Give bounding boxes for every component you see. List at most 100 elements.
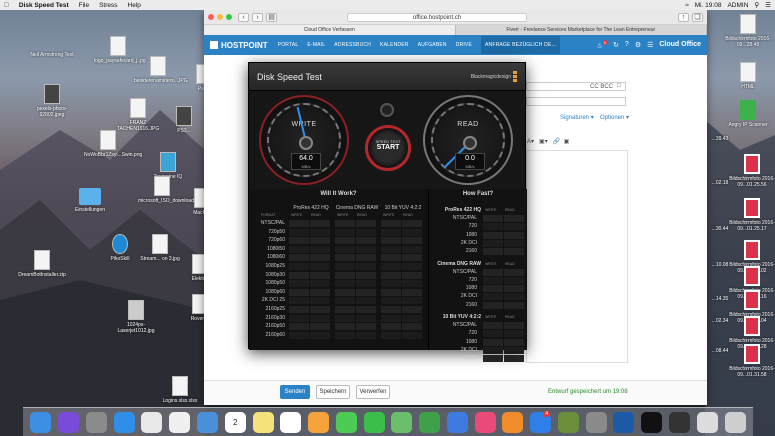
desktop-icon-app[interactable]: Angry IP Scanner xyxy=(724,100,772,128)
tab-bar: Cloud Office Verfassen Fiverr - Freelanc… xyxy=(204,25,707,35)
font-color-icon[interactable]: A▾ xyxy=(527,139,534,145)
menu-stress[interactable]: Stress xyxy=(99,2,117,9)
downloads-icon[interactable] xyxy=(696,411,718,433)
trash-icon[interactable] xyxy=(724,411,746,433)
search-icon[interactable]: ⚲ xyxy=(754,1,759,9)
minimize-icon[interactable] xyxy=(217,14,223,20)
background-color-icon[interactable]: ▣▾ xyxy=(539,139,548,145)
help-icon[interactable]: ? xyxy=(625,41,629,48)
nav-adressbuch[interactable]: ADRESSBUCH xyxy=(334,42,371,48)
keynote-icon[interactable] xyxy=(446,411,468,433)
discard-button[interactable]: Verwerfen xyxy=(356,385,390,399)
image-insert-icon[interactable]: ▣ xyxy=(564,139,570,145)
refresh-icon[interactable]: ↻ xyxy=(613,41,619,49)
link-icon[interactable]: 🔗 xyxy=(553,139,560,145)
zoom-icon[interactable] xyxy=(226,14,232,20)
result-cell xyxy=(289,323,309,331)
tab-fiverr[interactable]: Fiverr - Freelance Services Marketplace … xyxy=(456,25,707,35)
nav-kalender[interactable]: KALENDER xyxy=(380,42,409,48)
settings-gear-icon[interactable] xyxy=(380,103,394,117)
virtualbox-icon[interactable] xyxy=(613,411,635,433)
result-cell xyxy=(335,331,355,339)
desktop-icon-file[interactable]: Bildschirmfoto 2016-09...28.48 xyxy=(724,14,772,48)
messages-icon[interactable] xyxy=(335,411,357,433)
finder-icon[interactable] xyxy=(30,411,52,433)
desktop-icon-file[interactable]: Logins.xlsx.xlsx xyxy=(156,376,204,404)
sidebar-icon[interactable]: ▤ xyxy=(266,12,277,22)
close-icon[interactable] xyxy=(208,14,214,20)
address-bar[interactable]: office.hostpoint.ch xyxy=(347,12,527,22)
bell-icon[interactable]: ♨5 xyxy=(597,40,608,50)
numbers-icon[interactable] xyxy=(419,411,441,433)
result-cell xyxy=(483,223,503,231)
wifi-icon[interactable]: ≈ xyxy=(685,2,689,9)
desktop-icon-file[interactable]: Neil Armstrong Text xyxy=(28,30,76,58)
menu-icon[interactable]: ☰ xyxy=(765,1,771,9)
ibooks-icon[interactable] xyxy=(502,411,524,433)
terminal-icon[interactable] xyxy=(641,411,663,433)
user-name[interactable]: ADMIN xyxy=(727,2,748,9)
nav-aufgaben[interactable]: AUFGABEN xyxy=(418,42,447,48)
photo-icon[interactable] xyxy=(308,411,330,433)
calendar-icon[interactable]: 2 xyxy=(224,411,246,433)
nav-portal[interactable]: PORTAL xyxy=(278,42,299,48)
apple-icon[interactable]:  xyxy=(4,2,9,9)
addressbook-icon[interactable]: □ xyxy=(617,83,621,89)
siri-icon[interactable] xyxy=(58,411,80,433)
desktop-icon-file[interactable]: besiderenamiders...JPG xyxy=(134,56,188,84)
signatures-dropdown[interactable]: Signaturen ▾ xyxy=(560,114,594,121)
result-cell xyxy=(381,237,401,245)
desktop-icon-file[interactable]: pexels-photo-92802.jpeg xyxy=(28,84,76,118)
result-cell xyxy=(483,239,503,247)
itunes-icon[interactable] xyxy=(474,411,496,433)
desktop-icon-file[interactable]: FRANZ TACHEN1916.JPG xyxy=(114,98,162,132)
system-preferences-icon[interactable] xyxy=(585,411,607,433)
start-button[interactable]: SPEED TEST START xyxy=(365,125,411,171)
nav-email[interactable]: E-MAIL xyxy=(307,42,325,48)
options-dropdown[interactable]: Optionen ▾ xyxy=(600,114,629,121)
send-button[interactable]: Senden xyxy=(280,385,310,399)
nav-compose-tab[interactable]: ANFRAGE BEZÜGLICH DE... xyxy=(480,36,561,54)
hamburger-icon[interactable]: ☰ xyxy=(647,41,653,49)
menu-file[interactable]: File xyxy=(79,2,89,9)
result-cell xyxy=(402,254,422,262)
launchpad-icon[interactable] xyxy=(85,411,107,433)
minecraft-icon[interactable] xyxy=(557,411,579,433)
photos-icon[interactable] xyxy=(169,411,191,433)
desktop-icon-file[interactable]: NoWoBbr1Zsyi...Swin.png xyxy=(84,130,142,158)
menu-app-name[interactable]: Disk Speed Test xyxy=(19,2,69,9)
desktop-icon-folder[interactable]: Einstellungen xyxy=(66,188,114,213)
desktop-icon-file[interactable]: Bildschirmfoto 2016-09...01.31.58 xyxy=(728,344,775,378)
subject-field[interactable] xyxy=(526,97,626,106)
app-navbar: HOSTPOINT PORTAL E-MAIL ADRESSBUCH KALEN… xyxy=(204,35,707,55)
reminders-icon[interactable] xyxy=(280,411,302,433)
appstore-icon[interactable]: 4 xyxy=(530,411,552,433)
format-label: 1080p60 xyxy=(265,288,285,295)
save-button[interactable]: Speichern xyxy=(316,385,350,399)
notes-icon[interactable] xyxy=(252,411,274,433)
message-body-editor[interactable] xyxy=(526,150,628,363)
share-icon[interactable]: ↑ xyxy=(678,12,689,22)
desktop-icon-file[interactable]: HTML xyxy=(724,62,772,90)
maps-icon[interactable] xyxy=(391,411,413,433)
clock[interactable]: Mi. 19:08 xyxy=(695,2,722,9)
disk-speed-icon[interactable] xyxy=(668,411,690,433)
chrome-icon[interactable] xyxy=(141,411,163,433)
mail-icon[interactable] xyxy=(196,411,218,433)
hostpoint-logo[interactable]: HOSTPOINT xyxy=(210,41,268,50)
safari-icon[interactable] xyxy=(113,411,135,433)
tabs-icon[interactable]: ❏ xyxy=(692,12,703,22)
desktop-icon-file[interactable]: Bildschirmfoto 2016-09...01.25.56 xyxy=(728,154,775,188)
menu-help[interactable]: Help xyxy=(128,2,141,9)
desktop-icon-file[interactable]: 1024px-Laserjet1012.jpg xyxy=(112,300,160,334)
facetime-icon[interactable] xyxy=(363,411,385,433)
nav-drive[interactable]: DRIVE xyxy=(456,42,472,48)
desktop-icon-file[interactable]: DreamBotInstaller.zip xyxy=(18,250,66,278)
image-icon xyxy=(744,290,760,310)
cc-bcc-toggle[interactable]: CC BCC xyxy=(590,84,613,90)
desktop-icon-file[interactable]: PS3... xyxy=(160,106,208,134)
settings-icon[interactable]: ⚙ xyxy=(635,41,641,49)
forward-icon[interactable]: › xyxy=(252,12,263,22)
tab-cloud-office[interactable]: Cloud Office Verfassen xyxy=(204,25,456,35)
back-icon[interactable]: ‹ xyxy=(238,12,249,22)
